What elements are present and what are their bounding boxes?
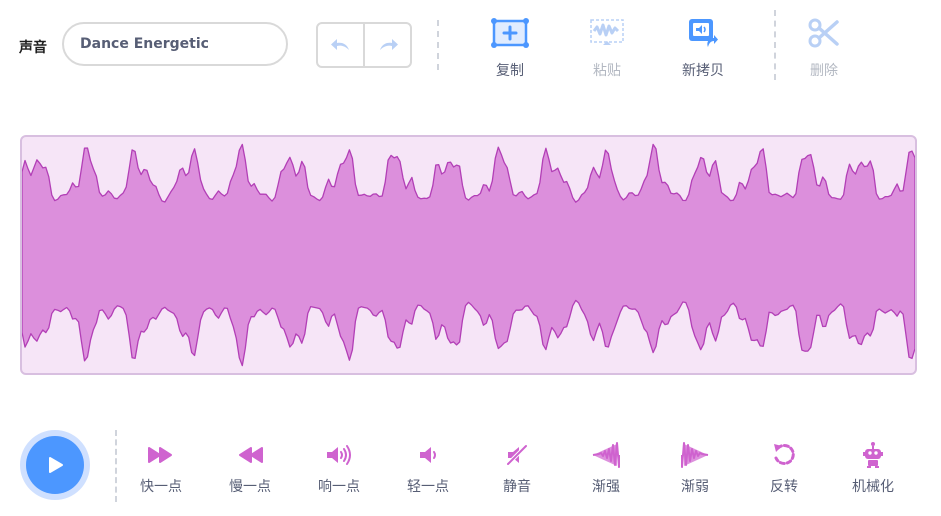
- louder-icon: [327, 445, 351, 465]
- undo-button[interactable]: [318, 24, 363, 66]
- effect-robot-label: 机械化: [852, 479, 894, 495]
- redo-icon: [379, 39, 398, 50]
- copy-to-new-button[interactable]: 新拷贝: [668, 16, 738, 80]
- effect-mute-button[interactable]: 静音: [477, 440, 557, 496]
- effect-louder-label: 响一点: [318, 479, 360, 495]
- effect-fade-out-label: 渐弱: [681, 479, 709, 495]
- effect-mute-label: 静音: [503, 479, 531, 495]
- slower-icon: [239, 447, 263, 463]
- redo-button[interactable]: [363, 24, 410, 66]
- effect-louder-button[interactable]: 响一点: [299, 440, 379, 496]
- effects-divider: [115, 430, 117, 502]
- effect-softer-label: 轻一点: [407, 479, 449, 495]
- fade-in-icon: [592, 442, 620, 468]
- scissors-icon: [808, 18, 839, 48]
- reverse-icon: [774, 443, 795, 465]
- delete-label: 删除: [810, 63, 838, 79]
- softer-icon: [420, 447, 436, 463]
- effect-fade-out-button[interactable]: 渐弱: [655, 440, 735, 496]
- effect-fade-in-label: 渐强: [592, 479, 620, 495]
- waveform-editor[interactable]: [20, 135, 917, 375]
- effect-slower-label: 慢一点: [229, 479, 271, 495]
- paste-label: 粘贴: [593, 63, 621, 79]
- play-button-ring: [20, 430, 90, 500]
- sound-label: 声音: [19, 40, 47, 56]
- sound-name-input[interactable]: [62, 22, 288, 66]
- fade-out-icon: [681, 442, 709, 468]
- toolbar-divider: [437, 20, 439, 70]
- paste-icon: [590, 19, 624, 45]
- undo-icon: [330, 39, 349, 50]
- effect-robot-button[interactable]: 机械化: [833, 440, 913, 496]
- copy-button[interactable]: 复制: [475, 16, 545, 80]
- robot-icon: [863, 442, 883, 468]
- mute-icon: [506, 444, 528, 466]
- paste-button[interactable]: 粘贴: [572, 16, 642, 80]
- copy-label: 复制: [496, 63, 524, 79]
- toolbar-divider-2: [774, 10, 776, 80]
- copy-to-new-icon: [689, 19, 718, 47]
- effect-reverse-label: 反转: [770, 479, 798, 495]
- delete-button[interactable]: 删除: [789, 16, 859, 80]
- copy-to-new-label: 新拷贝: [682, 63, 724, 79]
- effect-softer-button[interactable]: 轻一点: [388, 440, 468, 496]
- effect-faster-button[interactable]: 快一点: [121, 440, 201, 496]
- play-icon: [49, 457, 63, 473]
- effect-fade-in-button[interactable]: 渐强: [566, 440, 646, 496]
- effect-reverse-button[interactable]: 反转: [744, 440, 824, 496]
- faster-icon: [148, 447, 172, 463]
- effect-faster-label: 快一点: [140, 479, 182, 495]
- waveform-graphic: [22, 143, 915, 367]
- effect-slower-button[interactable]: 慢一点: [210, 440, 290, 496]
- play-button[interactable]: [26, 436, 84, 494]
- copy-icon: [491, 18, 529, 48]
- undo-redo-group: [316, 22, 412, 68]
- waveform-shape: [22, 143, 915, 367]
